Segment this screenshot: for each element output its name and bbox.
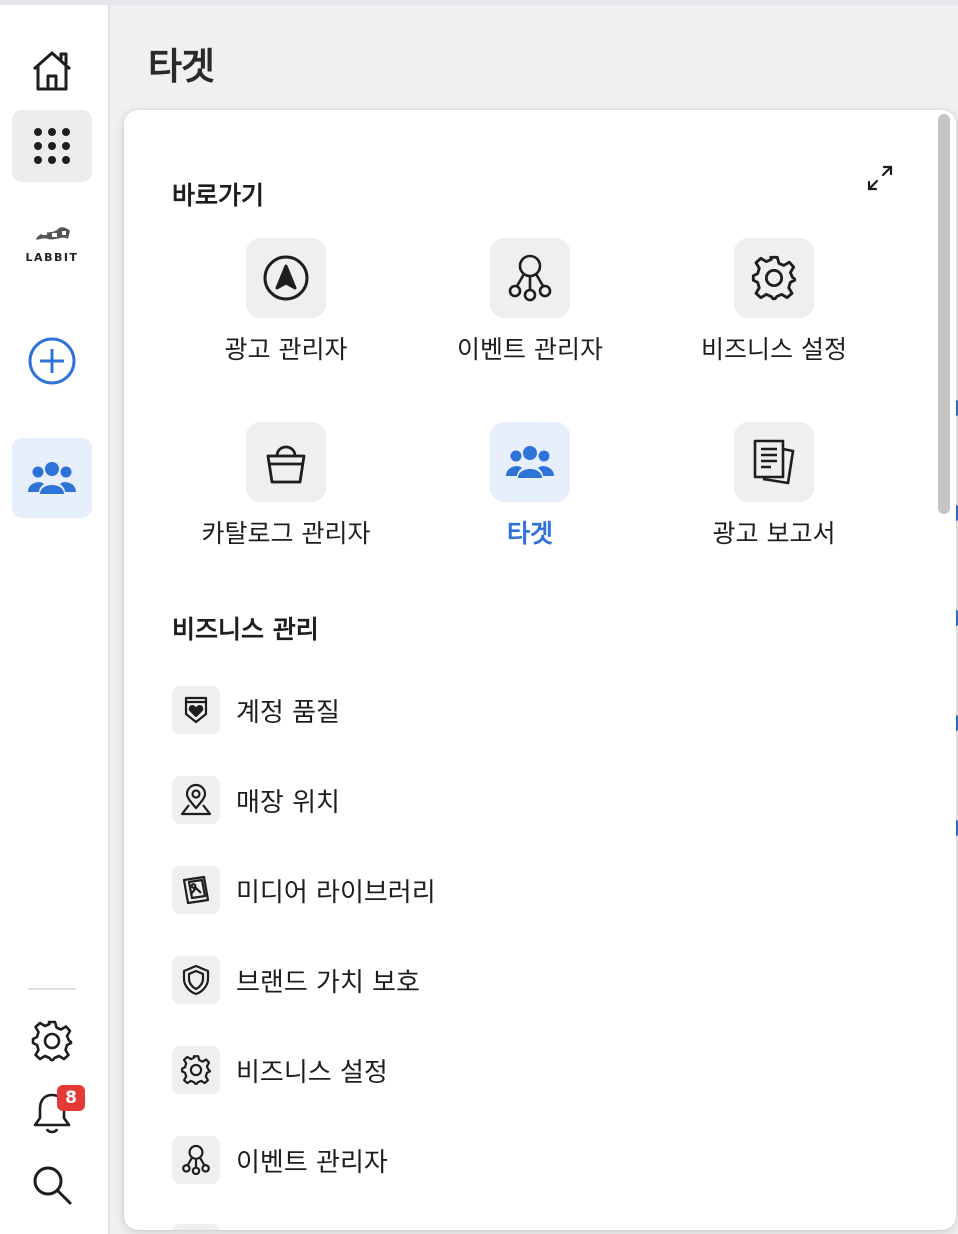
gear-icon xyxy=(751,255,797,301)
shortcut-label: 카탈로그 관리자 xyxy=(201,519,371,548)
shortcut-ads-manager[interactable]: 광고 관리자 xyxy=(186,238,386,366)
shortcut-label: 이벤트 관리자 xyxy=(457,335,603,364)
navigation-arrow-icon xyxy=(263,255,309,301)
gear-icon xyxy=(31,1020,73,1062)
grid-dots-icon xyxy=(34,128,70,164)
menu-item-icon-box xyxy=(172,866,220,914)
menu-item-business-settings[interactable]: 비즈니스 설정 xyxy=(172,1046,388,1094)
business-management-title: 비즈니스 관리 xyxy=(172,615,319,644)
menu-item-label: 미디어 라이브러리 xyxy=(236,877,436,908)
menu-item-icon-box xyxy=(172,1136,220,1184)
shortcut-icon-box xyxy=(734,238,814,318)
shortcut-icon-box xyxy=(734,422,814,502)
search-icon xyxy=(33,1166,72,1205)
event-nodes-icon xyxy=(508,254,552,302)
menu-item-label: 매장 위치 xyxy=(236,787,340,818)
menu-item-label: 이벤트 관리자 xyxy=(236,1147,388,1178)
event-nodes-icon xyxy=(182,1144,210,1176)
logo-text: LABBIT xyxy=(25,251,79,264)
all-tools-panel: 바로가기 광고 관리자 이벤트 관리자 비즈니스 설정 카탈로그 관리자 타겟 … xyxy=(124,110,956,1230)
gear-icon xyxy=(181,1055,211,1085)
checkered-flag-icon xyxy=(36,227,70,240)
expand-arrows-icon xyxy=(867,165,893,191)
people-group-icon xyxy=(28,462,76,494)
page-title: 타겟 xyxy=(148,45,215,88)
shortcuts-title: 바로가기 xyxy=(172,181,265,210)
menu-item-brand-safety[interactable]: 브랜드 가치 보호 xyxy=(172,956,420,1004)
people-group-icon xyxy=(506,446,554,478)
settings-button[interactable] xyxy=(12,1005,92,1077)
search-button[interactable] xyxy=(12,1149,92,1221)
shortcut-audiences[interactable]: 타겟 xyxy=(430,422,630,550)
menu-item-partial[interactable] xyxy=(172,1224,220,1230)
shortcut-label: 광고 보고서 xyxy=(712,519,836,548)
shortcut-ads-reporting[interactable]: 광고 보고서 xyxy=(674,422,874,550)
left-nav-rail: LABBIT 8 xyxy=(0,5,110,1234)
rail-divider xyxy=(28,988,76,990)
shortcut-icon-box xyxy=(246,238,326,318)
all-tools-button[interactable] xyxy=(12,110,92,182)
shortcut-label: 비즈니스 설정 xyxy=(701,335,847,364)
report-documents-icon xyxy=(753,439,795,485)
shortcut-business-settings[interactable]: 비즈니스 설정 xyxy=(674,238,874,366)
shortcut-icon-box xyxy=(246,422,326,502)
menu-item-icon-box xyxy=(172,956,220,1004)
shortcut-icon-box xyxy=(490,422,570,502)
menu-item-icon-box xyxy=(172,1224,220,1230)
scrollbar-thumb[interactable] xyxy=(938,114,950,514)
expand-button[interactable] xyxy=(864,162,896,194)
notification-badge: 8 xyxy=(57,1085,85,1111)
menu-item-icon-box xyxy=(172,686,220,734)
menu-item-label: 비즈니스 설정 xyxy=(236,1057,388,1088)
menu-item-media-library[interactable]: 미디어 라이브러리 xyxy=(172,866,436,914)
home-icon xyxy=(33,51,71,91)
media-library-icon xyxy=(182,875,210,905)
create-button[interactable] xyxy=(12,325,92,397)
business-logo[interactable]: LABBIT xyxy=(22,225,82,270)
menu-item-account-quality[interactable]: 계정 품질 xyxy=(172,686,340,734)
menu-item-store-locations[interactable]: 매장 위치 xyxy=(172,776,340,824)
shortcut-icon-box xyxy=(490,238,570,318)
menu-item-events-manager[interactable]: 이벤트 관리자 xyxy=(172,1136,388,1184)
plus-circle-icon xyxy=(28,337,76,385)
menu-item-label: 브랜드 가치 보호 xyxy=(236,967,420,998)
shortcut-catalog-manager[interactable]: 카탈로그 관리자 xyxy=(186,422,386,550)
audiences-nav-button[interactable] xyxy=(12,438,92,518)
shortcut-label: 광고 관리자 xyxy=(224,335,348,364)
menu-item-icon-box xyxy=(172,1046,220,1094)
location-pin-icon xyxy=(180,783,212,816)
menu-item-icon-box xyxy=(172,776,220,824)
top-border xyxy=(0,0,958,5)
shortcut-label-active: 타겟 xyxy=(506,519,553,548)
menu-item-label: 계정 품질 xyxy=(236,697,340,728)
shopping-bag-icon xyxy=(266,445,306,484)
shortcut-events-manager[interactable]: 이벤트 관리자 xyxy=(430,238,630,366)
home-button[interactable] xyxy=(12,35,92,107)
badge-heart-icon xyxy=(184,696,208,724)
shield-icon xyxy=(182,964,210,996)
